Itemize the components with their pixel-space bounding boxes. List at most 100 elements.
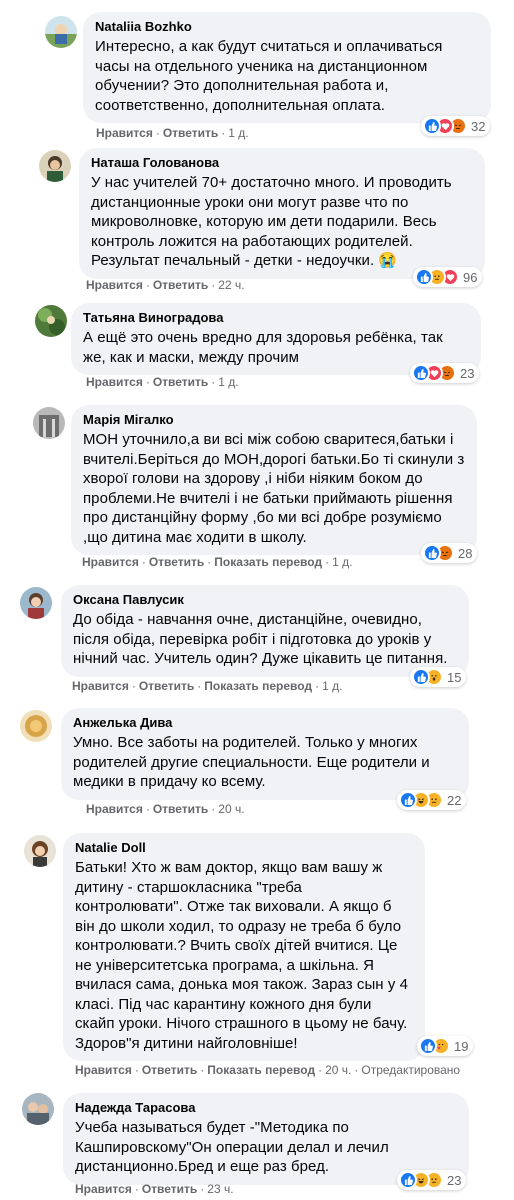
reactions-summary[interactable]: 28 <box>421 543 478 563</box>
reaction-count: 23 <box>460 365 475 381</box>
comment-author[interactable]: Надежда Тарасова <box>75 1100 457 1116</box>
avatar[interactable] <box>39 150 71 182</box>
separator-dot: · <box>221 126 226 140</box>
like-button[interactable]: Нравится <box>86 802 143 816</box>
comment-actions: Нравится · Ответить · Показать перевод · 1 д. <box>82 554 352 570</box>
like-button[interactable]: Нравится <box>72 679 129 693</box>
like-icon <box>412 668 430 686</box>
comment-bubble: Анжелька Дива Умно. Все заботы на родител… <box>61 708 469 800</box>
comment-timestamp[interactable]: 22 ч. <box>218 278 244 292</box>
show-translation-link[interactable]: Показать перевод <box>204 679 312 693</box>
reply-button[interactable]: Ответить <box>153 278 208 292</box>
reply-button[interactable]: Ответить <box>163 126 218 140</box>
comment-bubble: Оксана Павлусик До обіда - навчання очне,… <box>61 585 469 677</box>
reactions-summary[interactable]: 19 <box>417 1036 474 1056</box>
comment-text: Интересно, а как будут считаться и оплач… <box>95 38 443 114</box>
avatar[interactable] <box>33 407 65 439</box>
comment-bubble: Nataliia Bozhko Интересно, а как будут сч… <box>83 12 491 123</box>
separator-dot: · <box>131 679 136 693</box>
separator-dot: · <box>211 802 216 816</box>
like-button[interactable]: Нравится <box>86 375 143 389</box>
avatar[interactable] <box>35 305 67 337</box>
reaction-count: 32 <box>471 118 486 134</box>
comment-author[interactable]: Марія Мігалко <box>83 412 465 428</box>
like-icon <box>399 791 417 809</box>
reactions-summary[interactable]: 15 <box>410 667 467 687</box>
comment-text: МОН уточнило,а ви всі між собою сваритес… <box>83 431 465 546</box>
comment-actions: Нравится · Ответить · 23 ч. <box>75 1181 234 1197</box>
reactions-summary[interactable]: 23 <box>397 1170 467 1190</box>
reactions-summary[interactable]: 32 <box>421 116 491 136</box>
avatar[interactable] <box>22 1093 54 1125</box>
comment-timestamp[interactable]: 1 д. <box>218 375 238 389</box>
comment-timestamp[interactable]: 20 ч. <box>325 1063 351 1077</box>
comment-actions: Нравится · Ответить · Показать перевод · 1 д. <box>72 678 342 694</box>
reply-button[interactable]: Ответить <box>142 1182 197 1196</box>
comment-text: Умно. Все заботы на родителей. Только у … <box>73 734 430 790</box>
reply-button[interactable]: Ответить <box>149 555 204 569</box>
like-button[interactable]: Нравится <box>86 278 143 292</box>
reaction-count: 23 <box>447 1172 462 1188</box>
reaction-count: 15 <box>447 669 462 685</box>
comment-timestamp[interactable]: 23 ч. <box>207 1182 233 1196</box>
comment-timestamp[interactable]: 1 д. <box>228 126 248 140</box>
comment-text: У нас учителей 70+ достаточно много. И п… <box>91 174 452 269</box>
reactions-summary[interactable]: 96 <box>413 267 483 287</box>
reply-button[interactable]: Ответить <box>142 1063 197 1077</box>
reaction-count: 96 <box>463 269 478 285</box>
reactions-summary[interactable]: 22 <box>397 790 467 810</box>
comment-text: Батьки! Хто ж вам доктор, якщо вам вашу … <box>75 859 409 1052</box>
like-icon <box>415 268 433 286</box>
reaction-count: 22 <box>447 792 462 808</box>
comment-actions: Нравится · Ответить · 22 ч. <box>86 277 245 293</box>
comment-text: До обіда - навчання очне, дистанційне, о… <box>73 611 448 667</box>
comment-timestamp[interactable]: 20 ч. <box>218 802 244 816</box>
comment-actions: Нравится · Ответить · 1 д. <box>96 125 249 141</box>
avatar[interactable] <box>45 16 77 48</box>
like-icon <box>412 364 430 382</box>
separator-dot: · <box>145 802 150 816</box>
reply-button[interactable]: Ответить <box>153 375 208 389</box>
separator-dot: · <box>200 1182 205 1196</box>
comment-timestamp[interactable]: 1 д. <box>322 679 342 693</box>
avatar[interactable] <box>20 587 52 619</box>
avatar[interactable] <box>20 710 52 742</box>
comment-author[interactable]: Наташа Голованова <box>91 155 473 171</box>
comment-text: А ещё это очень вредно для здоровья ребё… <box>83 329 443 366</box>
like-button[interactable]: Нравится <box>96 126 153 140</box>
like-icon <box>423 544 441 562</box>
separator-dot: · <box>325 555 330 569</box>
reply-button[interactable]: Ответить <box>153 802 208 816</box>
like-button[interactable]: Нравится <box>75 1182 132 1196</box>
comment-actions: Нравится · Ответить · 20 ч. <box>86 801 245 817</box>
like-button[interactable]: Нравится <box>75 1063 132 1077</box>
separator-dot: · <box>134 1182 139 1196</box>
separator-dot: · <box>145 375 150 389</box>
comment-bubble: Наташа Голованова У нас учителей 70+ дост… <box>79 148 485 279</box>
separator-dot: · <box>141 555 146 569</box>
like-button[interactable]: Нравится <box>82 555 139 569</box>
comment-author[interactable]: Оксана Павлусик <box>73 592 457 608</box>
comment-text: Учеба называться будет -"Методика по Каш… <box>75 1119 389 1175</box>
separator-dot: · <box>211 375 216 389</box>
comment-author[interactable]: Natalie Doll <box>75 840 413 856</box>
comment-author[interactable]: Nataliia Bozhko <box>95 19 479 35</box>
like-icon <box>399 1171 417 1189</box>
reaction-count: 19 <box>454 1038 469 1054</box>
reaction-count: 28 <box>458 545 473 561</box>
separator-dot: · <box>200 1063 205 1077</box>
comment-author[interactable]: Татьяна Виноградова <box>83 310 469 326</box>
reply-button[interactable]: Ответить <box>139 679 194 693</box>
reactions-summary[interactable]: 23 <box>410 363 480 383</box>
edited-label: Отредактировано <box>361 1063 461 1077</box>
separator-dot: · <box>145 278 150 292</box>
comment-bubble: Марія Мігалко МОН уточнило,а ви всі між с… <box>71 405 477 555</box>
show-translation-link[interactable]: Показать перевод <box>207 1063 315 1077</box>
separator-dot: · <box>211 278 216 292</box>
avatar[interactable] <box>24 835 56 867</box>
comment-timestamp[interactable]: 1 д. <box>332 555 352 569</box>
separator-dot: · <box>207 555 212 569</box>
comment-author[interactable]: Анжелька Дива <box>73 715 457 731</box>
show-translation-link[interactable]: Показать перевод <box>214 555 322 569</box>
separator-dot: · <box>315 679 320 693</box>
